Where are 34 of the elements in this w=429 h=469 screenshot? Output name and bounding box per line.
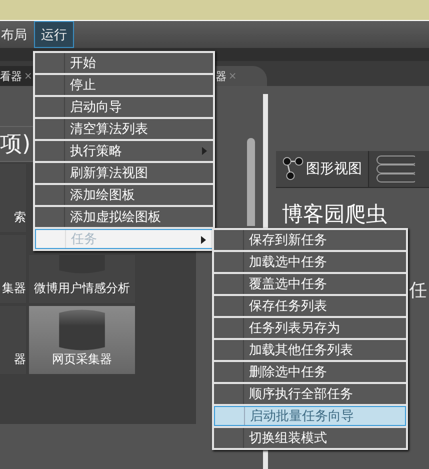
- menu-item[interactable]: 刷新算法视图: [35, 163, 213, 183]
- menu-item[interactable]: 开始: [35, 53, 213, 73]
- scrollbar[interactable]: [247, 138, 255, 226]
- menu-item[interactable]: 保存任务列表: [214, 296, 406, 316]
- menu-item[interactable]: 切换组装模式: [214, 428, 406, 448]
- module-tile[interactable]: 微博用户情感分析: [29, 255, 135, 303]
- module-tile[interactable]: 网页采集器: [29, 306, 135, 374]
- menu-bar-item[interactable]: 运行: [34, 21, 74, 48]
- menu-item[interactable]: 启动批量任务向导: [214, 406, 406, 426]
- menu-item[interactable]: 添加虚拟绘图板: [35, 207, 213, 227]
- menu-item[interactable]: 启动向导: [35, 97, 213, 117]
- module-tile[interactable]: 集器: [0, 235, 26, 303]
- graph-view-button[interactable]: 图形视图: [276, 151, 369, 187]
- menu-item[interactable]: 保存到新任务: [214, 230, 406, 250]
- module-tile[interactable]: 器: [0, 306, 26, 374]
- cylinder-icon: [59, 309, 105, 351]
- menu-item[interactable]: 任务列表另存为: [214, 318, 406, 338]
- menu-item[interactable]: 删除选中任务: [214, 362, 406, 382]
- document-tab[interactable]: 看器 ×: [0, 66, 36, 86]
- menu-item[interactable]: 顺序执行全部任务: [214, 384, 406, 404]
- view-title: 博客园爬虫: [281, 201, 388, 228]
- text-fragment: 任: [409, 279, 427, 302]
- document-tab[interactable]: 器 ×: [213, 66, 267, 86]
- module-tile[interactable]: 索: [0, 164, 26, 232]
- menu-item[interactable]: 停止: [35, 75, 213, 95]
- menu-item[interactable]: 覆盖选中任务: [214, 274, 406, 294]
- menu-bar-item[interactable]: 布局: [0, 21, 34, 48]
- menu-item[interactable]: 清空算法列表: [35, 119, 213, 139]
- nodes-icon: [282, 155, 304, 183]
- menu-item[interactable]: 加载选中任务: [214, 252, 406, 272]
- menu-item[interactable]: 执行策略: [35, 141, 213, 161]
- menu-item[interactable]: 加载其他任务列表: [214, 340, 406, 360]
- menu-item[interactable]: 添加绘图板: [35, 185, 213, 205]
- list-icon: [375, 154, 415, 184]
